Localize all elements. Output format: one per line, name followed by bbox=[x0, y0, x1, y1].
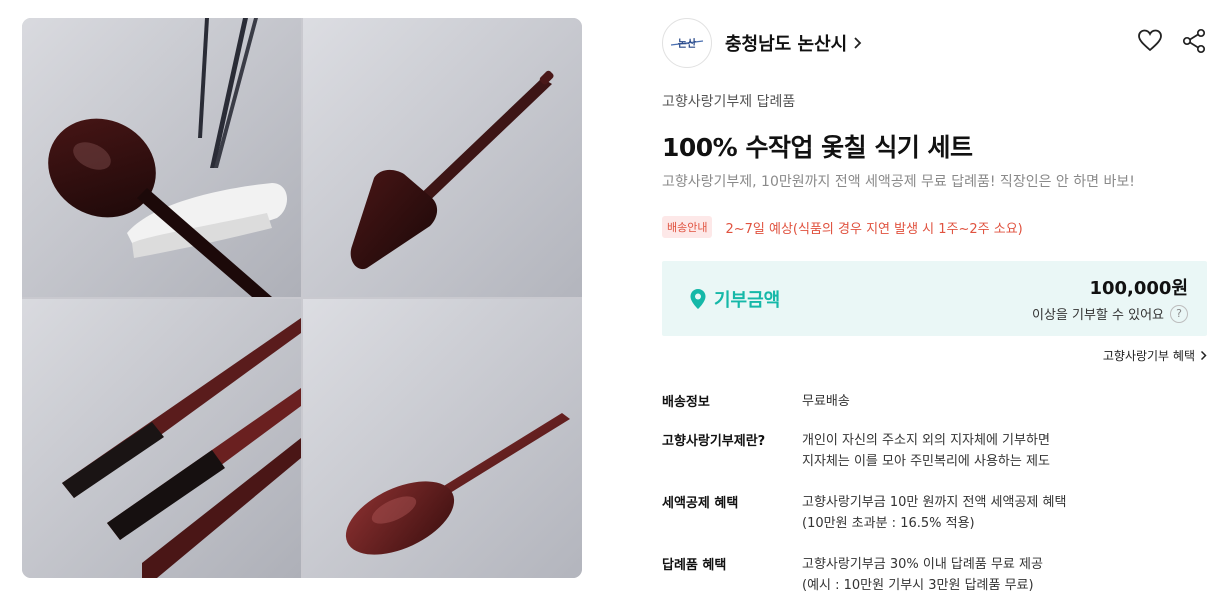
detail-line: (예시 : 10만원 기부시 3만원 답례품 무료) bbox=[802, 578, 1034, 593]
product-subtitle: 고향사랑기부제, 10만원까지 전액 세액공제 무료 답례품! 직장인은 안 하… bbox=[662, 174, 1135, 190]
donation-label: 기부금액 bbox=[714, 290, 781, 311]
benefit-link-label: 고향사랑기부 혜택 bbox=[1102, 349, 1195, 363]
seller-logo[interactable]: 논산 bbox=[662, 18, 712, 68]
detail-line: (10만원 초과분 : 16.5% 적용) bbox=[802, 516, 975, 531]
photo-spoon-chopsticks bbox=[22, 18, 301, 297]
detail-value: 고향사랑기부금 10만 원까지 전액 세액공제 혜택 (10만원 초과분 : 1… bbox=[802, 492, 1202, 534]
detail-key: 세액공제 혜택 bbox=[662, 496, 739, 511]
detail-key: 배송정보 bbox=[662, 395, 710, 410]
chevron-right-icon bbox=[854, 37, 862, 49]
donation-amount-box: 기부금액 100,000원 이상을 기부할 수 있어요 ? bbox=[662, 261, 1207, 336]
share-icon[interactable] bbox=[1181, 28, 1207, 54]
detail-key: 고향사랑기부제란? bbox=[662, 434, 766, 449]
detail-value: 무료배송 bbox=[802, 391, 1202, 412]
heart-icon[interactable] bbox=[1137, 28, 1163, 54]
seller-header: 논산 충청남도 논산시 bbox=[662, 18, 862, 68]
detail-line: 고향사랑기부금 30% 이내 답례품 무료 제공 bbox=[802, 557, 1043, 572]
donation-note-text: 이상을 기부할 수 있어요 bbox=[1032, 308, 1164, 323]
photo-long-spoon bbox=[303, 299, 582, 578]
product-category: 고향사랑기부제 답례품 bbox=[662, 94, 796, 110]
donation-amount: 100,000원 bbox=[1089, 278, 1188, 299]
nonsan-logo-icon: 논산 bbox=[670, 37, 704, 50]
donation-note: 이상을 기부할 수 있어요 ? bbox=[1032, 304, 1188, 323]
detail-key: 답례품 혜택 bbox=[662, 558, 727, 573]
shipping-badge: 배송안내 bbox=[662, 216, 713, 238]
detail-line: 개인이 자신의 주소지 외의 지자체에 기부하면 bbox=[802, 433, 1050, 448]
detail-line: 무료배송 bbox=[802, 394, 850, 409]
shipping-notice: 배송안내 2~7일 예상(식품의 경우 지연 발생 시 1주~2주 소요) bbox=[662, 216, 1023, 238]
seller-name: 충청남도 논산시 bbox=[725, 34, 848, 55]
product-image-gallery[interactable] bbox=[22, 18, 582, 578]
photo-chopsticks-closeup bbox=[22, 299, 301, 578]
product-title: 100% 수작업 옻칠 식기 세트 bbox=[662, 133, 973, 162]
chevron-right-icon bbox=[1200, 350, 1207, 361]
product-photo-grid bbox=[22, 18, 582, 578]
donation-label-group: 기부금액 bbox=[689, 286, 780, 312]
location-pin-icon bbox=[690, 289, 706, 309]
detail-value: 개인이 자신의 주소지 외의 지자체에 기부하면 지자체는 이를 모아 주민복리… bbox=[802, 430, 1202, 472]
benefit-link[interactable]: 고향사랑기부 혜택 bbox=[1103, 347, 1207, 364]
detail-value: 고향사랑기부금 30% 이내 답례품 무료 제공 (예시 : 10만원 기부시 … bbox=[802, 554, 1202, 596]
seller-logo-text: 논산 bbox=[678, 37, 697, 50]
help-icon[interactable]: ? bbox=[1170, 304, 1188, 323]
seller-name-link[interactable]: 충청남도 논산시 bbox=[725, 30, 862, 56]
photo-spatula bbox=[303, 18, 582, 297]
detail-line: 지자체는 이를 모아 주민복리에 사용하는 제도 bbox=[802, 454, 1050, 469]
shipping-eta: 2~7일 예상(식품의 경우 지연 발생 시 1주~2주 소요) bbox=[725, 221, 1023, 237]
product-actions bbox=[1137, 28, 1207, 54]
detail-line: 고향사랑기부금 10만 원까지 전액 세액공제 혜택 bbox=[802, 495, 1067, 510]
